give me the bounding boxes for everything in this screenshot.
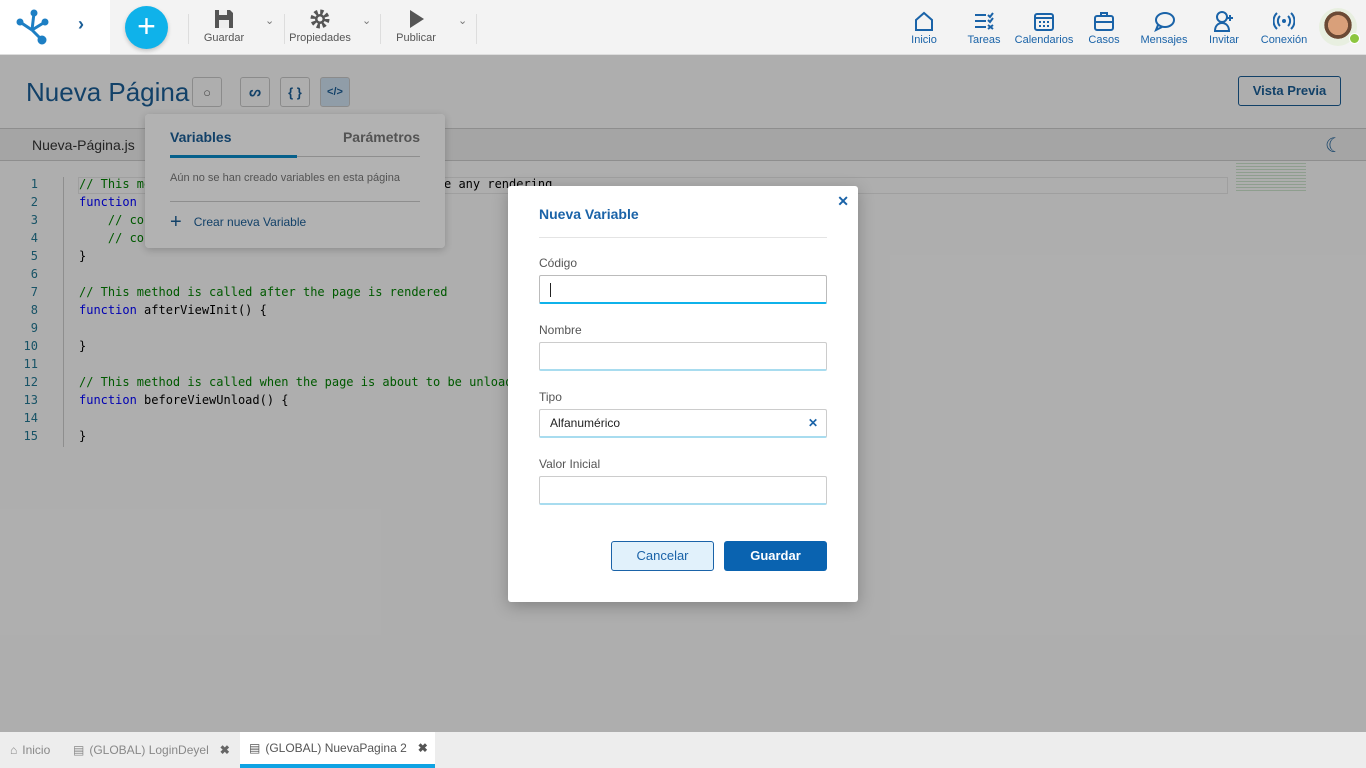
tipo-select[interactable]: Alfanumérico ✕: [539, 409, 827, 438]
close-tab-icon[interactable]: ✖: [418, 741, 428, 755]
calendar-icon: [1034, 13, 1054, 31]
page-icon: ▤: [73, 743, 85, 757]
publish-label: Publicar: [396, 32, 436, 44]
home-icon: [915, 11, 933, 31]
tab-label: (GLOBAL) NuevaPagina 2: [265, 741, 407, 755]
properties-toolbar-button[interactable]: Propiedades: [288, 8, 352, 44]
new-variable-modal: Nueva Variable ✕ Código Nombre Tipo Alfa…: [508, 186, 858, 602]
nav-label: Casos: [1088, 34, 1120, 46]
tipo-label: Tipo: [539, 390, 562, 404]
bottom-tab-logindeyel[interactable]: ▤ (GLOBAL) LoginDeyel ✖: [73, 732, 230, 768]
close-icon[interactable]: ✕: [837, 193, 849, 210]
publish-dropdown-icon[interactable]: ⌄: [458, 14, 467, 27]
nav-invitar[interactable]: Invitar: [1194, 10, 1254, 46]
codigo-input[interactable]: [539, 275, 827, 304]
bottom-tab-inicio[interactable]: ⌂ Inicio: [10, 732, 50, 768]
close-tab-icon[interactable]: ✖: [220, 743, 230, 757]
briefcase-icon: [1094, 12, 1114, 31]
popover-shade: [145, 114, 445, 248]
gear-icon: [310, 9, 330, 29]
tab-label: Inicio: [22, 743, 51, 757]
nombre-label: Nombre: [539, 323, 582, 337]
nav-label: Inicio: [911, 34, 937, 46]
bottom-tab-nuevapagina[interactable]: ▤ (GLOBAL) NuevaPagina 2 ✖: [240, 732, 435, 768]
online-status-dot: [1349, 33, 1360, 44]
nav-label: Mensajes: [1140, 34, 1188, 46]
nav-label: Conexión: [1260, 34, 1308, 46]
bottom-tabs: ⌂ Inicio ▤ (GLOBAL) LoginDeyel ✖ ▤ (GLOBAL) …: [0, 732, 1366, 768]
nav-label: Invitar: [1209, 34, 1239, 46]
top-toolbar: › + Guardar ⌄ Propiedades ⌄ Publicar ⌄ I…: [0, 0, 1366, 55]
invite-icon: [1213, 11, 1233, 32]
nav-mensajes[interactable]: Mensajes: [1134, 10, 1194, 46]
create-fab-button[interactable]: +: [125, 6, 168, 49]
properties-label: Propiedades: [289, 32, 351, 44]
chat-icon: [1154, 12, 1175, 32]
publish-toolbar-button[interactable]: Publicar: [393, 8, 439, 44]
logo[interactable]: ›: [0, 0, 110, 54]
save-dropdown-icon[interactable]: ⌄: [265, 14, 274, 27]
connection-icon: [1273, 12, 1295, 30]
tasks-icon: [975, 12, 994, 30]
save-label: Guardar: [203, 32, 245, 44]
page-icon: ▤: [249, 741, 261, 755]
tipo-value: Alfanumérico: [550, 416, 621, 430]
nav-label: Calendarios: [1014, 34, 1074, 46]
properties-dropdown-icon[interactable]: ⌄: [362, 14, 371, 27]
nav-casos[interactable]: Casos: [1074, 10, 1134, 46]
nombre-input[interactable]: [539, 342, 827, 371]
tab-label: (GLOBAL) LoginDeyel: [89, 743, 209, 757]
home-icon: ⌂: [10, 743, 18, 757]
play-icon: [410, 10, 424, 28]
nav-label: Tareas: [967, 34, 1001, 46]
modal-title: Nueva Variable: [539, 206, 639, 222]
codigo-label: Código: [539, 256, 578, 270]
cancel-button[interactable]: Cancelar: [611, 541, 714, 571]
valor-inicial-label: Valor Inicial: [539, 457, 601, 471]
nav-inicio[interactable]: Inicio: [894, 10, 954, 46]
save-toolbar-button[interactable]: Guardar: [200, 8, 248, 44]
text-cursor: [550, 282, 551, 297]
deyel-logo-icon: [16, 9, 49, 45]
clear-icon[interactable]: ✕: [808, 410, 818, 437]
expand-chevron-icon[interactable]: ›: [78, 14, 84, 35]
nav-calendarios[interactable]: Calendarios: [1014, 10, 1074, 46]
valor-inicial-input[interactable]: [539, 476, 827, 505]
save-button[interactable]: Guardar: [724, 541, 827, 571]
nav-conexion[interactable]: Conexión: [1254, 10, 1314, 46]
floppy-icon: [215, 10, 233, 28]
nav-tareas[interactable]: Tareas: [954, 10, 1014, 46]
